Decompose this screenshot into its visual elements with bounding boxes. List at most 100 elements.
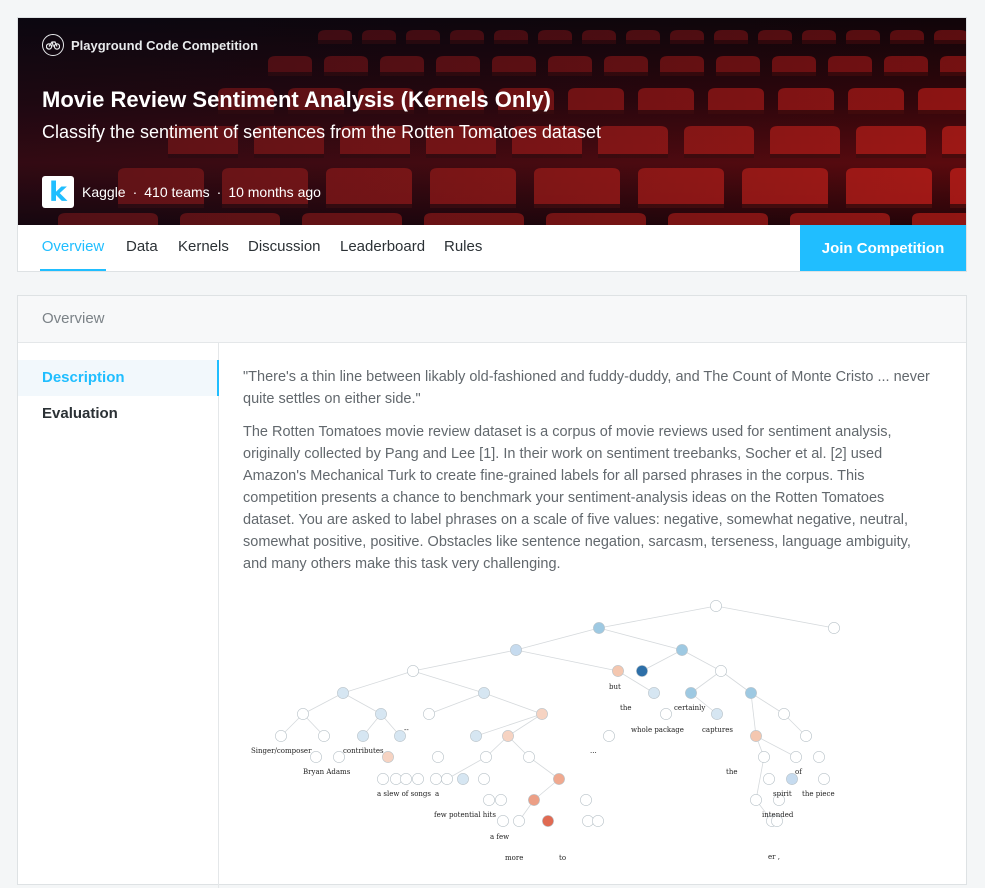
tree-node [382,751,394,763]
tree-word: few potential hits [434,811,496,819]
tree-node [763,773,775,785]
tree-word: a [435,790,439,798]
tree-node [612,665,624,677]
tab-kernels[interactable]: Kernels [178,225,229,271]
tree-word: a slew of songs [377,790,431,798]
competition-meta: k Kaggle · 410 teams · 10 months ago [42,176,321,208]
tree-word: Bryan Adams [303,768,351,776]
tree-node [582,815,594,827]
review-quote: "There's a thin line between likably old… [243,369,930,407]
tree-node [478,687,490,699]
team-count[interactable]: 410 teams [144,184,209,200]
bicycle-icon [42,34,64,56]
tree-node [778,708,790,720]
tab-leaderboard[interactable]: Leaderboard [340,225,425,271]
tree-node [750,794,762,806]
tree-node [502,730,514,742]
tree-node [318,730,330,742]
description-paragraph: The Rotten Tomatoes movie review dataset… [243,424,911,572]
tree-word: of [795,768,803,776]
tree-node [432,751,444,763]
join-competition-button[interactable]: Join Competition [800,225,966,271]
competition-header-card: Playground Code Competition Movie Review… [17,17,967,272]
competition-type-badge: Playground Code Competition [42,34,258,56]
tab-data[interactable]: Data [126,225,158,271]
host-name[interactable]: Kaggle [82,184,126,200]
tree-word: ... [590,747,597,755]
tree-node [593,622,605,634]
tree-node [310,751,322,763]
competition-tabs: Overview Data Kernels Discussion Leaderb… [18,225,966,271]
tree-node [470,730,482,742]
tree-node [297,708,309,720]
tree-word: Singer/composer [251,747,312,755]
tree-node [660,708,672,720]
tree-word: -- [404,726,409,734]
tree-node [513,815,525,827]
tree-node [685,687,697,699]
description-content: "There's a thin line between likably old… [243,366,933,586]
tree-word: the [620,704,631,712]
tree-node [790,751,802,763]
tree-node [542,815,554,827]
overview-header: Overview [18,296,966,343]
tree-node [495,794,507,806]
tree-node [275,730,287,742]
sidebar-item-evaluation[interactable]: Evaluation [18,396,219,432]
tree-node [758,751,770,763]
tree-node [828,622,840,634]
tree-node [337,687,349,699]
separator-dot: · [132,184,138,200]
tree-word: a few [490,833,509,841]
tree-node [510,644,522,656]
tree-word: but [609,683,621,691]
tree-node [711,708,723,720]
tab-rules[interactable]: Rules [444,225,482,271]
sentiment-treebank-diagram: Singer/composer Bryan Adams contributes a s… [251,600,840,862]
tree-node [441,773,453,785]
tree-node [497,815,509,827]
tree-node [536,708,548,720]
tree-node [377,773,389,785]
tree-node [423,708,435,720]
tab-overview[interactable]: Overview [40,225,106,271]
tree-node [412,773,424,785]
tree-word: captures [702,726,733,734]
tree-node [710,600,722,612]
competition-type-label: Playground Code Competition [71,37,259,53]
tree-word: spirit [773,790,792,798]
tree-node [523,751,535,763]
competition-title: Movie Review Sentiment Analysis (Kernels… [42,87,552,112]
tree-node [553,773,565,785]
tree-node [375,708,387,720]
tree-node [390,773,402,785]
tree-word: er , [768,853,780,861]
tree-node [483,794,495,806]
tree-word: to [559,854,566,862]
tree-node [648,687,660,699]
tree-word: more [505,854,523,862]
kaggle-logo-icon[interactable]: k [42,176,74,208]
tree-node [430,773,442,785]
tree-node [603,730,615,742]
competition-subtitle: Classify the sentiment of sentences from… [42,122,601,142]
tree-word: contributes [343,747,384,755]
time-ago: 10 months ago [228,184,321,200]
tree-node [592,815,604,827]
tree-node [813,751,825,763]
tree-word: whole package [631,726,684,734]
tree-word: the [726,768,737,776]
separator-dot: · [216,184,222,200]
tree-node [818,773,830,785]
overview-sidebar: Description Evaluation [18,343,219,888]
tree-word: certainly [674,704,705,712]
tree-word: the piece [802,790,835,798]
tree-node [407,665,419,677]
tree-node [457,773,469,785]
hero-banner: Playground Code Competition Movie Review… [18,18,966,225]
sidebar-item-description[interactable]: Description [18,360,219,396]
tree-node [478,773,490,785]
tree-word: intended [762,811,794,819]
tree-node [745,687,757,699]
tab-discussion[interactable]: Discussion [248,225,321,271]
